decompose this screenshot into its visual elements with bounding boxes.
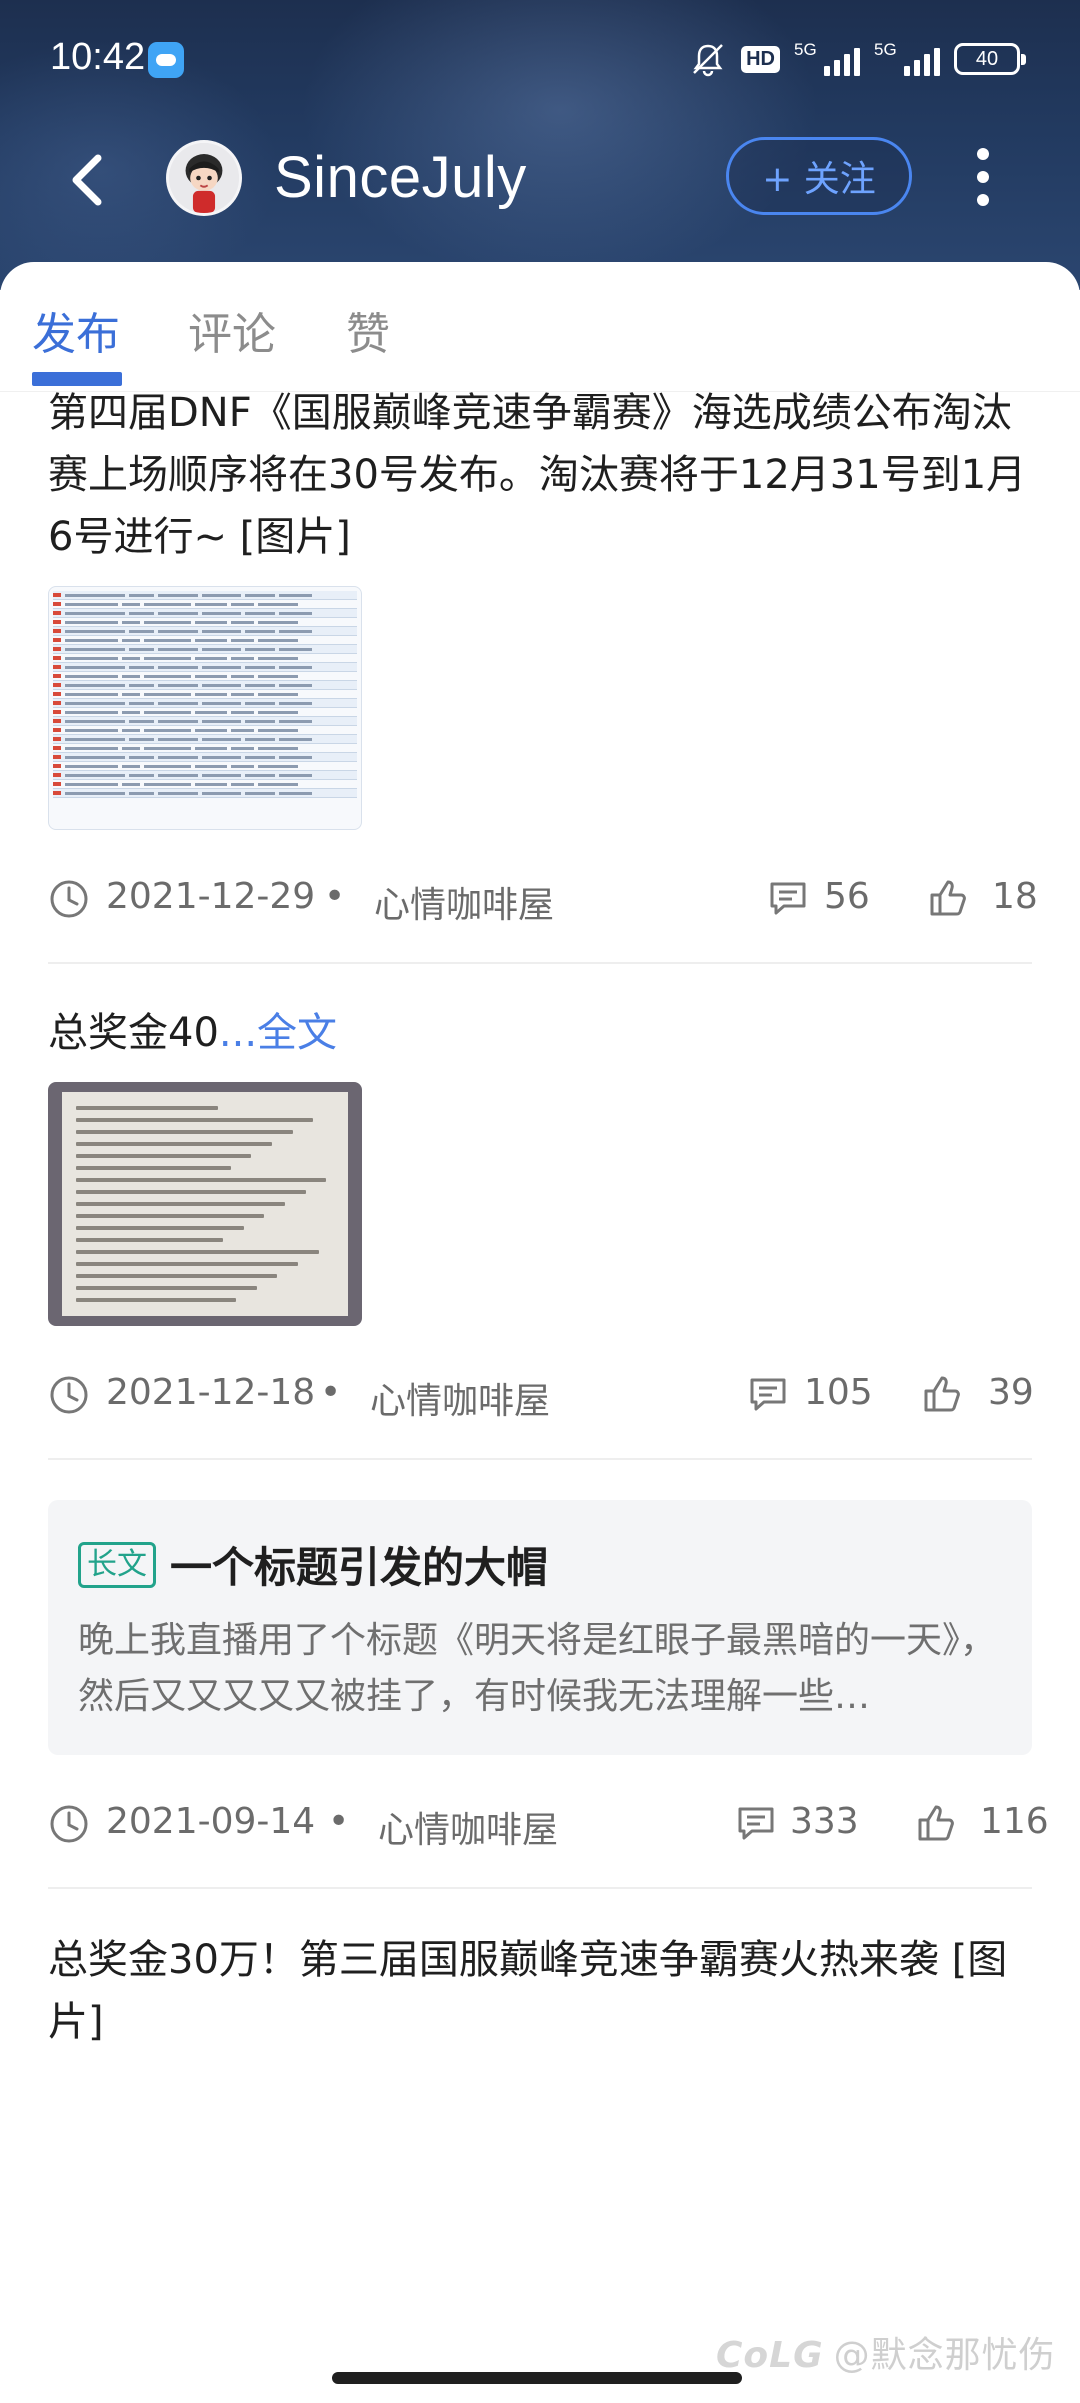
hd-voice-badge: HD bbox=[741, 45, 780, 73]
follow-button[interactable]: + 关注 bbox=[726, 137, 912, 215]
profile-content-sheet: 发布 评论 赞 第四届DNF《国服巅峰竞速争霸赛》海选成绩公布淘汰赛上场顺序将在… bbox=[0, 262, 1080, 2403]
like-count: 116 bbox=[980, 1801, 1049, 1842]
comment-icon[interactable] bbox=[734, 1801, 778, 1845]
status-time: 10:42 bbox=[50, 36, 146, 78]
back-arrow-icon[interactable] bbox=[60, 150, 120, 210]
post-meta: 2021-12-29 • 心情咖啡屋 56 18 bbox=[48, 860, 1038, 940]
post-image-thumbnail[interactable] bbox=[48, 1082, 362, 1326]
article-title: 一个标题引发的大帽 bbox=[170, 1543, 549, 1592]
post-text: 总奖金40...全文 bbox=[48, 1002, 1032, 1064]
comment-icon[interactable] bbox=[746, 1372, 790, 1416]
post-text: 总奖金30万！第三届国服巅峰竞速争霸赛火热来袭 [图片] bbox=[48, 1937, 1008, 2045]
profile-nav-bar: SinceJuly + 关注 bbox=[0, 130, 1080, 230]
meta-separator: • bbox=[324, 876, 346, 917]
profile-tabs: 发布 评论 赞 bbox=[0, 262, 1080, 392]
post-date: 2021-12-29 bbox=[106, 876, 316, 917]
clock-icon bbox=[50, 880, 88, 918]
like-count: 18 bbox=[992, 876, 1038, 917]
watermark-logo: CoLG bbox=[716, 2335, 824, 2376]
post-circle-link[interactable]: 心情咖啡屋 bbox=[370, 1372, 550, 1424]
post-image-thumbnail[interactable] bbox=[48, 586, 362, 830]
tab-comments[interactable]: 评论 bbox=[188, 298, 276, 362]
post-date: 2021-09-14 bbox=[106, 1801, 316, 1842]
thumbs-up-icon[interactable] bbox=[926, 876, 970, 920]
post-item[interactable]: 第四届DNF《国服巅峰竞速争霸赛》海选成绩公布淘汰赛上场顺序将在30号发布。淘汰… bbox=[48, 382, 1038, 964]
long-article-card[interactable]: 长文 一个标题引发的大帽 晚上我直播用了个标题《明天将是红眼子最黑暗的一天》，然… bbox=[48, 1500, 1032, 1755]
comment-count: 105 bbox=[804, 1372, 873, 1413]
post-feed: 第四届DNF《国服巅峰竞速争霸赛》海选成绩公布淘汰赛上场顺序将在30号发布。淘汰… bbox=[48, 382, 1049, 2053]
status-bar: 10:42 HD 5G 5G 40 bbox=[0, 0, 1080, 120]
clock-icon bbox=[50, 1805, 88, 1843]
post-text: 第四届DNF《国服巅峰竞速争霸赛》海选成绩公布淘汰赛上场顺序将在30号发布。淘汰… bbox=[48, 390, 1027, 560]
meta-separator: • bbox=[328, 1801, 350, 1842]
tab-likes[interactable]: 赞 bbox=[346, 298, 390, 362]
thumbs-up-icon[interactable] bbox=[920, 1372, 964, 1416]
read-full-link[interactable]: ...全文 bbox=[219, 1010, 337, 1056]
thumbs-up-icon[interactable] bbox=[914, 1801, 958, 1845]
like-count: 39 bbox=[988, 1372, 1034, 1413]
mute-bell-icon bbox=[689, 40, 727, 78]
post-date: 2021-12-18 bbox=[106, 1372, 316, 1413]
battery-icon: 40 bbox=[954, 43, 1026, 75]
post-item[interactable]: 长文 一个标题引发的大帽 晚上我直播用了个标题《明天将是红眼子最黑暗的一天》，然… bbox=[48, 1500, 1049, 1889]
post-circle-link[interactable]: 心情咖啡屋 bbox=[378, 1801, 558, 1853]
article-excerpt: 晚上我直播用了个标题《明天将是红眼子最黑暗的一天》，然后又又又又又被挂了，有时候… bbox=[78, 1620, 997, 1717]
long-article-badge: 长文 bbox=[78, 1541, 156, 1588]
comment-count: 56 bbox=[824, 876, 870, 917]
post-circle-link[interactable]: 心情咖啡屋 bbox=[374, 876, 554, 928]
meta-separator: • bbox=[320, 1372, 342, 1413]
watermark: CoLG @默念那忧伤 bbox=[716, 2326, 1056, 2378]
tab-posts[interactable]: 发布 bbox=[32, 298, 120, 362]
signal-icon: 5G bbox=[874, 40, 940, 76]
profile-username: SinceJuly bbox=[274, 145, 527, 210]
avatar[interactable] bbox=[166, 140, 242, 216]
post-text-preview: 总奖金40 bbox=[48, 1010, 219, 1056]
post-meta: 2021-09-14 • 心情咖啡屋 333 116 bbox=[48, 1785, 1049, 1865]
comment-count: 333 bbox=[790, 1801, 859, 1842]
comment-icon[interactable] bbox=[766, 876, 810, 920]
post-meta: 2021-12-18 • 心情咖啡屋 105 39 bbox=[48, 1356, 1034, 1436]
more-options-icon[interactable] bbox=[968, 142, 998, 212]
cloud-notification-icon bbox=[148, 42, 184, 78]
home-indicator[interactable] bbox=[332, 2372, 742, 2384]
post-item[interactable]: 总奖金40...全文 2021-12-18 • 心情咖啡屋 105 39 bbox=[48, 964, 1034, 1460]
post-item[interactable]: 总奖金30万！第三届国服巅峰竞速争霸赛火热来袭 [图片] bbox=[48, 1889, 1032, 2053]
watermark-text: @默念那忧伤 bbox=[833, 2335, 1056, 2376]
signal-icon: 5G bbox=[794, 40, 860, 76]
clock-icon bbox=[50, 1376, 88, 1414]
